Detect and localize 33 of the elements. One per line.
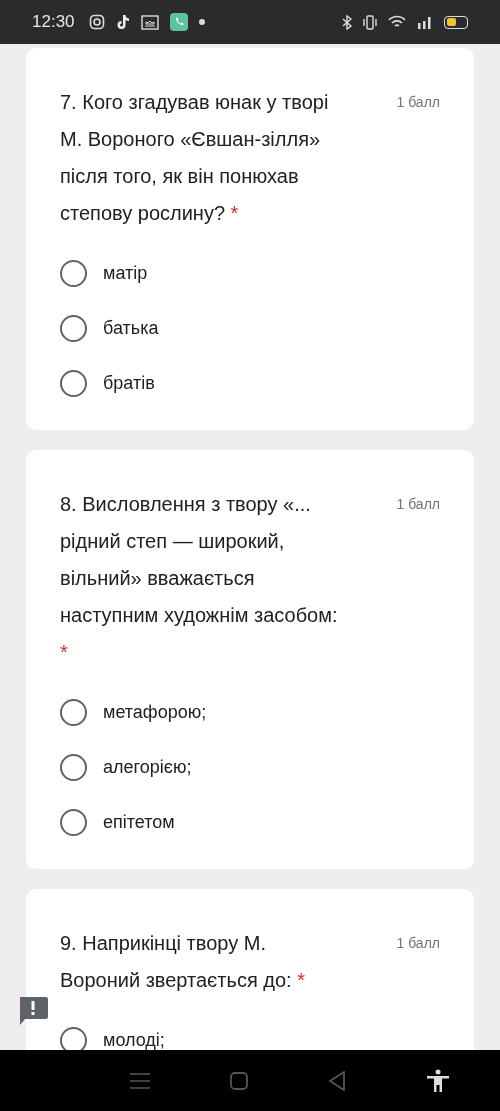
wifi-icon <box>388 15 406 29</box>
radio-button[interactable] <box>60 808 87 836</box>
points-label: 1 балл <box>396 93 440 112</box>
radio-button[interactable] <box>60 698 87 726</box>
points-label: 1 балл <box>396 934 440 953</box>
points-label: 1 балл <box>396 495 440 514</box>
dot-icon <box>198 19 205 25</box>
option-label: батька <box>103 316 159 340</box>
battery-icon <box>444 15 468 29</box>
accessibility-icon[interactable] <box>426 1068 450 1093</box>
bluetooth-icon <box>342 14 352 30</box>
question-text: 7. Кого згадував юнак у творі М. Вороного «Євшан-зілля» після того, як він понюхав степову рослину? * <box>60 90 330 226</box>
back-icon[interactable] <box>328 1070 346 1091</box>
phone-icon <box>169 13 188 31</box>
option-label: епітетом <box>103 810 175 834</box>
signal-icon <box>416 14 434 30</box>
status-time: 12:30 <box>32 11 75 34</box>
radio-button[interactable] <box>60 753 87 781</box>
radio-button[interactable] <box>60 369 87 397</box>
radio-button[interactable] <box>60 259 87 287</box>
camera-icon <box>88 14 105 30</box>
radio-button[interactable] <box>60 314 87 342</box>
option-label: алегорією; <box>103 755 192 779</box>
option-label: матір <box>103 261 148 285</box>
question-text: 8. Висловлення з твору «... рідний степ — широкий, вільний» вважається наступним художнім засобом: * <box>60 492 339 665</box>
option-label: молоді; <box>103 1028 165 1050</box>
music-note-icon <box>115 14 130 30</box>
image-icon <box>140 14 159 30</box>
question-text: 9. Наприкінці твору М. Вороний звертається до: * <box>60 931 306 993</box>
option-label: метафорою; <box>103 700 207 724</box>
vibrate-icon <box>362 14 378 30</box>
home-icon[interactable] <box>230 1071 248 1090</box>
option-label: братів <box>103 371 155 395</box>
